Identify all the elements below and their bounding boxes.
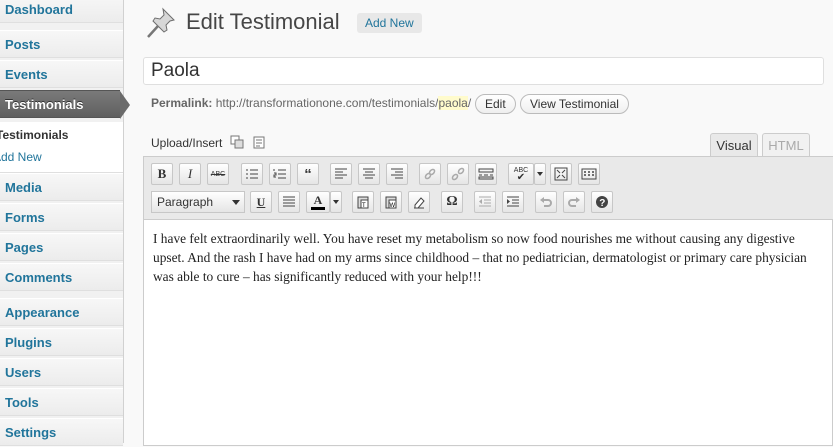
chevron-down-icon[interactable]: [330, 191, 342, 213]
redo-icon[interactable]: [563, 191, 585, 213]
admin-sidebar: Dashboard Posts Events Testimonials Test…: [0, 0, 130, 446]
testimonials-submenu: Testimonials Add New: [0, 122, 123, 173]
menu-tools[interactable]: Tools: [0, 388, 123, 416]
svg-text:?: ?: [599, 198, 605, 209]
align-right-icon[interactable]: [386, 163, 408, 185]
text-color-icon[interactable]: A: [306, 191, 330, 213]
svg-text:T: T: [362, 203, 366, 209]
menu-appearance[interactable]: Appearance: [0, 298, 123, 326]
permalink-row: Permalink: http://transformationone.com/…: [151, 96, 471, 110]
fullscreen-icon[interactable]: [550, 163, 572, 185]
svg-text:W: W: [390, 203, 396, 209]
pushpin-icon: [147, 7, 175, 38]
align-center-icon[interactable]: [358, 163, 380, 185]
chevron-down-icon[interactable]: [534, 163, 546, 185]
add-media-icon[interactable]: [230, 135, 244, 149]
undo-icon[interactable]: [535, 191, 557, 213]
upload-insert-label: Upload/Insert: [151, 136, 223, 150]
tab-visual[interactable]: Visual: [710, 133, 758, 157]
permalink-trail: /: [467, 96, 472, 110]
unlink-icon[interactable]: [447, 163, 469, 185]
link-icon[interactable]: [419, 163, 441, 185]
italic-icon[interactable]: I: [179, 163, 201, 185]
help-icon[interactable]: ?: [591, 191, 613, 213]
permalink-slug[interactable]: paola: [438, 96, 468, 110]
menu-media[interactable]: Media: [0, 173, 123, 201]
format-select-value: Paragraph: [157, 195, 214, 209]
edit-permalink-button[interactable]: Edit: [475, 94, 516, 114]
permalink-label: Permalink:: [151, 96, 213, 110]
outdent-icon[interactable]: [474, 191, 496, 213]
add-form-icon[interactable]: [252, 135, 266, 149]
menu-settings[interactable]: Settings: [0, 418, 123, 446]
submenu-testimonials[interactable]: Testimonials: [0, 127, 68, 143]
menu-posts[interactable]: Posts: [0, 30, 123, 58]
menu-pages[interactable]: Pages: [0, 233, 123, 261]
menu-plugins[interactable]: Plugins: [0, 328, 123, 356]
blockquote-icon[interactable]: “: [297, 163, 319, 185]
menu-dashboard[interactable]: Dashboard: [0, 0, 123, 23]
indent-icon[interactable]: [502, 191, 524, 213]
menu-users[interactable]: Users: [0, 358, 123, 386]
underline-icon[interactable]: U: [250, 191, 272, 213]
bold-icon[interactable]: B: [151, 163, 173, 185]
permalink-url: http://transformationone.com/testimonial…: [215, 96, 439, 110]
clear-formatting-icon[interactable]: [408, 191, 430, 213]
view-testimonial-button[interactable]: View Testimonial: [520, 94, 629, 114]
menu-comments[interactable]: Comments: [0, 263, 123, 291]
bullet-list-icon[interactable]: [241, 163, 263, 185]
paste-word-icon[interactable]: W: [380, 191, 402, 213]
format-select[interactable]: Paragraph: [151, 191, 245, 213]
editor-content[interactable]: I have felt extraordinarily well. You ha…: [153, 229, 813, 286]
more-tag-icon[interactable]: [475, 163, 497, 185]
align-left-icon[interactable]: [330, 163, 352, 185]
menu-forms[interactable]: Forms: [0, 203, 123, 231]
menu-testimonials[interactable]: Testimonials: [0, 90, 130, 119]
strikethrough-icon[interactable]: ABC: [207, 163, 229, 185]
chevron-down-icon: [232, 200, 240, 205]
menu-separator: [0, 291, 123, 297]
menu-events[interactable]: Events: [0, 60, 123, 88]
page-title: Edit Testimonial: [186, 9, 340, 34]
special-char-icon[interactable]: Ω: [441, 191, 463, 213]
justify-icon[interactable]: [278, 191, 300, 213]
submenu-add-new[interactable]: Add New: [0, 149, 42, 165]
kitchen-sink-icon[interactable]: [578, 163, 600, 185]
paste-text-icon[interactable]: T: [352, 191, 374, 213]
spellcheck-icon[interactable]: ABC ✔: [508, 163, 534, 185]
post-title-input[interactable]: Paola: [143, 57, 824, 85]
tab-html[interactable]: HTML: [762, 133, 810, 157]
add-new-button[interactable]: Add New: [357, 13, 422, 33]
numbered-list-icon[interactable]: [269, 163, 291, 185]
